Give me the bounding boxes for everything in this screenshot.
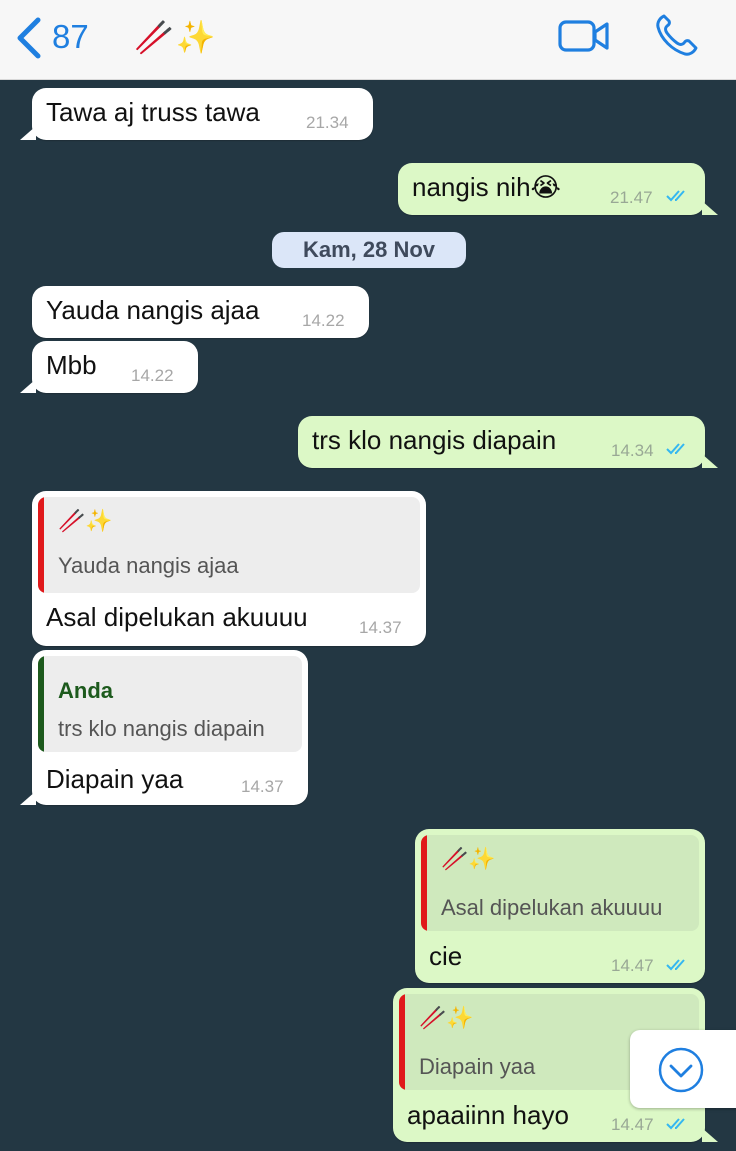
contact-name[interactable]: 🥢✨ <box>134 18 218 56</box>
message-time: 14.22 <box>131 366 174 385</box>
message-text: Yauda nangis ajaa <box>46 295 260 325</box>
quote-bar <box>38 656 44 752</box>
message-time: 14.34 <box>611 441 654 460</box>
quote-text: trs klo nangis diapain <box>58 716 265 741</box>
chat-header: 87 🥢✨ <box>0 0 736 80</box>
message-text: Asal dipelukan akuuuu <box>46 602 308 632</box>
message-bubble-incoming[interactable]: Anda trs klo nangis diapain Diapain yaa … <box>20 650 308 805</box>
message-time: 14.22 <box>302 311 345 330</box>
message-bubble-incoming[interactable]: Mbb 14.22 <box>20 341 198 393</box>
read-ticks-icon <box>666 443 685 455</box>
message-bubble-outgoing[interactable]: nangis nih😭 21.47 <box>398 163 718 215</box>
message-time: 14.37 <box>359 618 402 637</box>
message-text: trs klo nangis diapain <box>312 425 557 455</box>
message-bubble-incoming[interactable]: 🥢✨ Yauda nangis ajaa Asal dipelukan akuu… <box>32 491 426 646</box>
read-ticks-icon <box>666 959 685 971</box>
phone-call-icon[interactable] <box>654 12 702 58</box>
message-time: 14.47 <box>611 956 654 975</box>
message-bubble-incoming[interactable]: Tawa aj truss tawa 21.34 <box>20 88 373 140</box>
message-text: cie <box>429 941 463 971</box>
chevron-down-circle-icon <box>658 1047 704 1093</box>
quote-bar <box>421 835 427 931</box>
date-separator: Kam, 28 Nov <box>272 232 466 268</box>
quote-bar <box>399 994 405 1090</box>
message-bubble-outgoing[interactable]: 🥢✨ Asal dipelukan akuuuu cie 14.47 <box>415 829 705 983</box>
read-ticks-icon <box>666 1118 685 1130</box>
quote-sender: 🥢✨ <box>419 1006 474 1031</box>
message-text: Tawa aj truss tawa <box>46 97 260 127</box>
read-ticks-icon <box>666 190 685 202</box>
quote-text: Diapain yaa <box>419 1054 536 1079</box>
quoted-message[interactable]: 🥢✨ Asal dipelukan akuuuu <box>421 835 699 931</box>
message-text: apaaiinn hayo <box>407 1100 569 1130</box>
scroll-to-bottom-button[interactable] <box>630 1030 736 1108</box>
quote-sender: Anda <box>58 678 113 703</box>
chevron-left-icon[interactable] <box>14 16 44 60</box>
message-text: nangis nih😭 <box>412 172 561 202</box>
message-time: 14.37 <box>241 777 284 796</box>
quote-text: Asal dipelukan akuuuu <box>441 895 663 920</box>
message-time: 14.47 <box>611 1115 654 1134</box>
video-call-icon[interactable] <box>558 16 610 56</box>
message-text: Diapain yaa <box>46 764 184 794</box>
message-bubble-incoming[interactable]: Yauda nangis ajaa 14.22 <box>32 286 369 338</box>
quoted-message[interactable]: 🥢✨ Yauda nangis ajaa <box>38 497 420 593</box>
message-time: 21.47 <box>610 188 653 207</box>
quote-text: Yauda nangis ajaa <box>58 553 239 578</box>
quoted-message[interactable]: Anda trs klo nangis diapain <box>38 656 302 752</box>
message-bubble-outgoing[interactable]: trs klo nangis diapain 14.34 <box>298 416 718 468</box>
quote-bar <box>38 497 44 593</box>
message-text: Mbb <box>46 350 97 380</box>
quote-sender: 🥢✨ <box>441 847 496 872</box>
unread-count[interactable]: 87 <box>52 18 89 56</box>
quote-sender: 🥢✨ <box>58 509 113 534</box>
message-time: 21.34 <box>306 113 349 132</box>
